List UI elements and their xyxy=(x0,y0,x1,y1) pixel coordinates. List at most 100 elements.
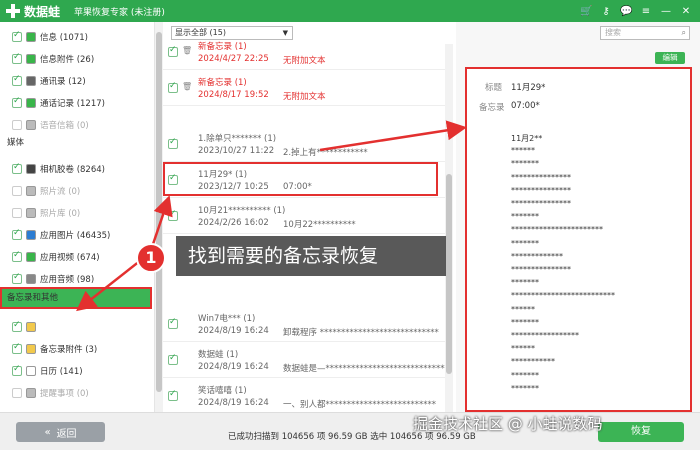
watermark: 掘金技术社区 @ 小蛙说数码 xyxy=(413,415,603,433)
row-checkbox[interactable] xyxy=(168,137,178,149)
sidebar-item-checkbox[interactable] xyxy=(12,120,22,130)
category-icon xyxy=(26,76,36,86)
category-icon xyxy=(26,344,36,354)
memo-row[interactable]: 笑话嘻嘻 (1) 2024/8/19 16:24 一、别人都************… xyxy=(163,378,445,414)
sidebar-item-checkbox[interactable] xyxy=(12,74,22,86)
sidebar-item-checkbox[interactable] xyxy=(12,186,22,196)
row-checkbox[interactable] xyxy=(168,317,178,329)
memo-content-line: 11月2** xyxy=(511,134,543,143)
sidebar-item[interactable]: 通话记录 (1217) xyxy=(12,96,105,110)
row-checkbox[interactable] xyxy=(168,45,178,57)
memo-content-line: ******* xyxy=(511,370,539,380)
cart-icon[interactable]: 🛒 xyxy=(580,6,592,17)
sidebar-item-checkbox[interactable] xyxy=(12,52,22,64)
sidebar-item[interactable]: 备忘录附件 (3) xyxy=(12,342,97,356)
sidebar-item[interactable]: 信息 (1071) xyxy=(12,30,88,44)
memo-title: 新备忘录 (1) xyxy=(198,42,247,52)
category-icon xyxy=(26,186,36,196)
sidebar-item-label: 语音信箱 (0) xyxy=(40,121,89,131)
window-controls: 🛒 ⚷ 💬 ≡ — ✕ xyxy=(580,6,692,17)
memo-date: 2024/4/27 22:25 xyxy=(198,54,269,64)
list-scrollbar[interactable] xyxy=(445,44,453,412)
sidebar-item-checkbox[interactable] xyxy=(12,30,22,42)
memo-content-line: ************************** xyxy=(511,291,615,301)
sidebar-item[interactable]: 照片流 (0) xyxy=(12,184,80,198)
memo-row[interactable]: 🗑 新备忘录 (1) 2024/4/27 22:25 无附加文本 xyxy=(163,34,445,70)
memo-content-line: *********** xyxy=(511,357,555,367)
app-brand: 数据蛙 xyxy=(24,4,61,19)
search-icon[interactable]: ⌕ xyxy=(682,27,686,39)
section-memo-title: 备忘录和其他 xyxy=(7,293,59,303)
sidebar-scrollbar[interactable] xyxy=(155,22,163,412)
sidebar-item-checkbox[interactable] xyxy=(12,96,22,108)
row-checkbox[interactable] xyxy=(168,209,178,221)
title-bar: 数据蛙 苹果恢复专家 (未注册) 🛒 ⚷ 💬 ≡ — ✕ xyxy=(0,0,700,22)
search-input[interactable]: 搜索 ⌕ xyxy=(600,26,690,40)
sidebar-item-checkbox[interactable] xyxy=(12,250,22,262)
instruction-callout: 找到需要的备忘录恢复 xyxy=(176,236,446,276)
search-placeholder: 搜索 xyxy=(605,28,621,37)
close-icon[interactable]: ✕ xyxy=(680,6,692,17)
edit-button[interactable]: 编辑 xyxy=(655,52,685,64)
sidebar-item-checkbox[interactable] xyxy=(12,208,22,218)
sidebar-item[interactable]: 照片库 (0) xyxy=(12,206,80,220)
sidebar-item-label: 信息附件 (26) xyxy=(40,55,95,65)
row-checkbox[interactable] xyxy=(168,389,178,401)
memo-date: 2023/10/27 11:22 xyxy=(198,146,275,156)
sidebar-item-checkbox[interactable] xyxy=(12,364,22,376)
sidebar-item-label: 通话记录 (1217) xyxy=(40,99,105,109)
menu-icon[interactable]: ≡ xyxy=(640,6,652,17)
memo-content-line: *************** xyxy=(511,265,571,274)
sidebar-item-checkbox[interactable] xyxy=(12,228,22,240)
back-button[interactable]: « 返回 xyxy=(16,422,105,442)
row-checkbox[interactable] xyxy=(168,81,178,93)
sidebar-item[interactable]: 日历 (141) xyxy=(12,364,83,378)
memo-content-line: ******* xyxy=(511,383,539,393)
sidebar-item-label: 照片流 (0) xyxy=(40,187,81,197)
sidebar-item-checkbox[interactable] xyxy=(12,342,22,354)
memo-date: 2024/2/26 16:02 xyxy=(198,218,269,228)
sidebar-item[interactable]: 应用音频 (98) xyxy=(12,272,94,286)
sidebar-item-checkbox[interactable] xyxy=(12,162,22,174)
sidebar-item-checkbox[interactable] xyxy=(12,388,22,398)
sidebar-item[interactable]: 备忘录 (15) xyxy=(12,320,86,334)
memo-title: 笑话嘻嘻 (1) xyxy=(198,386,247,396)
memo-date: 2024/8/19 16:24 xyxy=(198,326,269,336)
minimize-icon[interactable]: — xyxy=(660,6,672,17)
sidebar-item-label: 应用图片 (46435) xyxy=(40,231,111,241)
sidebar-scroll-thumb[interactable] xyxy=(156,32,162,392)
memo-title: Win7电*** (1) xyxy=(198,314,256,324)
category-icon xyxy=(26,366,36,376)
memo-preview: 一、别人都************************** xyxy=(283,400,437,410)
sidebar-item[interactable]: 应用图片 (46435) xyxy=(12,228,110,242)
memo-row[interactable]: 10月21********** (1) 2024/2/26 16:02 10月22*… xyxy=(163,198,445,234)
memo-row[interactable]: 🗑 新备忘录 (1) 2024/8/17 19:52 无附加文本 xyxy=(163,70,445,106)
sidebar-item-label: 通讯录 (12) xyxy=(40,77,86,87)
chat-icon[interactable]: 💬 xyxy=(620,6,632,17)
sidebar-item-checkbox[interactable] xyxy=(12,272,22,284)
memo-preview: 无附加文本 xyxy=(283,92,326,102)
category-icon xyxy=(26,208,36,218)
sidebar-item[interactable]: 相机胶卷 (8264) xyxy=(12,162,105,176)
key-icon[interactable]: ⚷ xyxy=(600,6,612,17)
memo-preview: 无附加文本 xyxy=(283,56,326,66)
memo-row[interactable]: 1.除单只******* (1) 2023/10/27 11:22 2.掉上有***… xyxy=(163,126,445,162)
title-label: 标题 xyxy=(485,83,503,93)
list-scroll-thumb[interactable] xyxy=(446,174,452,374)
sidebar-item[interactable]: 通讯录 (12) xyxy=(12,74,86,88)
sidebar-item[interactable]: 提醒事项 (0) xyxy=(12,386,89,400)
trash-icon: 🗑 xyxy=(182,46,193,55)
logo-cross-icon xyxy=(6,4,20,18)
row-checkbox[interactable] xyxy=(168,353,178,365)
sidebar-item-label: 信息 (1071) xyxy=(40,33,88,43)
memo-content-line: *************** xyxy=(511,172,571,182)
recover-button[interactable]: 恢复 xyxy=(598,422,684,442)
sidebar-item[interactable]: 语音信箱 (0) xyxy=(12,118,89,132)
memo-content-line: ************* xyxy=(511,251,563,261)
sidebar-item[interactable]: 应用视频 (674) xyxy=(12,250,100,264)
sidebar-item-checkbox[interactable] xyxy=(12,320,22,332)
step-badge: 1 xyxy=(136,243,166,273)
memo-row[interactable]: Win7电*** (1) 2024/8/19 16:24 卸载程序 ********… xyxy=(163,306,445,342)
memo-row[interactable]: 数据蛙 (1) 2024/8/19 16:24 数据蛙是—*************… xyxy=(163,342,449,378)
sidebar-item[interactable]: 信息附件 (26) xyxy=(12,52,94,66)
